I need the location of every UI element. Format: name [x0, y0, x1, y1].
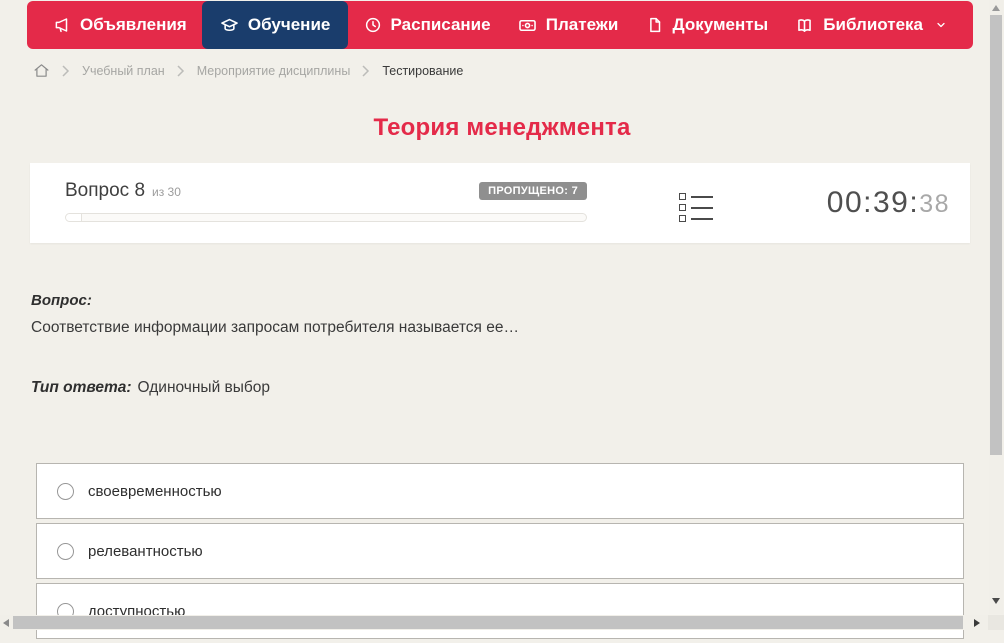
breadcrumb: Учебный план Мероприятие дисциплины Тест…: [33, 62, 463, 79]
graduation-cap-icon: [220, 16, 239, 35]
nav-item-schedule[interactable]: Расписание: [352, 1, 503, 49]
clock-icon: [364, 16, 382, 34]
scrollbar-corner: [988, 615, 1004, 630]
scroll-up-arrow-icon[interactable]: [992, 5, 1000, 11]
skipped-badge: ПРОПУЩЕНО: 7: [479, 182, 587, 200]
horizontal-scrollbar-thumb[interactable]: [13, 616, 963, 629]
radio-button[interactable]: [57, 542, 74, 560]
horizontal-scrollbar[interactable]: [0, 615, 988, 630]
page-title: Теория менеджмента: [373, 114, 631, 141]
nav-item-announcements[interactable]: Объявления: [41, 1, 199, 49]
chevron-down-icon: [935, 19, 947, 31]
home-icon[interactable]: [33, 62, 50, 79]
breadcrumb-item-discipline-event[interactable]: Мероприятие дисциплины: [197, 64, 351, 78]
question-number: Вопрос 8: [65, 180, 146, 201]
nav-item-payments[interactable]: Платежи: [506, 1, 631, 49]
scroll-down-arrow-icon[interactable]: [992, 598, 1000, 604]
answer-type-label: Тип ответа:: [31, 379, 132, 396]
chevron-right-icon: [362, 64, 370, 77]
answer-option[interactable]: своевременностью: [36, 463, 964, 519]
breadcrumb-item-study-plan[interactable]: Учебный план: [82, 64, 165, 78]
vertical-scrollbar-thumb[interactable]: [990, 15, 1002, 455]
question-prompt-label: Вопрос:: [31, 292, 92, 309]
nav-item-label: Обучение: [247, 15, 331, 34]
chevron-right-icon: [177, 64, 185, 77]
nav-item-library[interactable]: Библиотека: [783, 1, 959, 49]
nav-item-label: Расписание: [390, 15, 491, 34]
question-body: Вопрос: Соответствие информации запросам…: [31, 292, 936, 397]
scroll-left-arrow-icon[interactable]: [3, 619, 9, 627]
answer-option-label: своевременностью: [88, 482, 222, 500]
answer-option[interactable]: релевантностью: [36, 523, 964, 579]
nav-item-label: Библиотека: [823, 15, 923, 34]
radio-button[interactable]: [57, 482, 74, 500]
progress-fill: [66, 214, 82, 221]
question-list-icon[interactable]: [679, 193, 713, 243]
vertical-scrollbar[interactable]: [989, 0, 1003, 614]
nav-item-learning[interactable]: Обучение: [201, 1, 349, 49]
nav-item-label: Документы: [672, 15, 769, 34]
question-total: из 30: [152, 185, 181, 199]
payments-icon: [518, 16, 537, 35]
progress-bar: [65, 213, 587, 222]
breadcrumb-item-testing: Тестирование: [382, 63, 464, 78]
scroll-right-arrow-icon[interactable]: [974, 619, 980, 627]
timer-hours-minutes: 00:39:: [826, 186, 920, 219]
document-icon: [646, 16, 664, 34]
nav-item-documents[interactable]: Документы: [634, 1, 781, 49]
question-panel: Вопрос 8 из 30 ПРОПУЩЕНО: 7 00:39:38: [30, 163, 970, 243]
answer-type-value: Одиночный выбор: [137, 379, 271, 396]
timer: 00:39:38: [827, 186, 950, 243]
nav-item-label: Объявления: [80, 15, 187, 34]
megaphone-icon: [53, 16, 71, 34]
answer-option[interactable]: доступностью: [36, 583, 964, 639]
nav-item-label: Платежи: [545, 15, 619, 34]
main-navbar: Объявления Обучение Расписание Платежи Д…: [27, 1, 973, 49]
answer-option-label: релевантностью: [88, 542, 203, 560]
library-icon: [795, 16, 814, 35]
timer-seconds: 38: [919, 190, 950, 218]
question-progress-column: Вопрос 8 из 30 ПРОПУЩЕНО: 7: [65, 180, 587, 243]
question-prompt-text: Соответствие информации запросам потреби…: [31, 319, 519, 336]
chevron-right-icon: [62, 64, 70, 77]
